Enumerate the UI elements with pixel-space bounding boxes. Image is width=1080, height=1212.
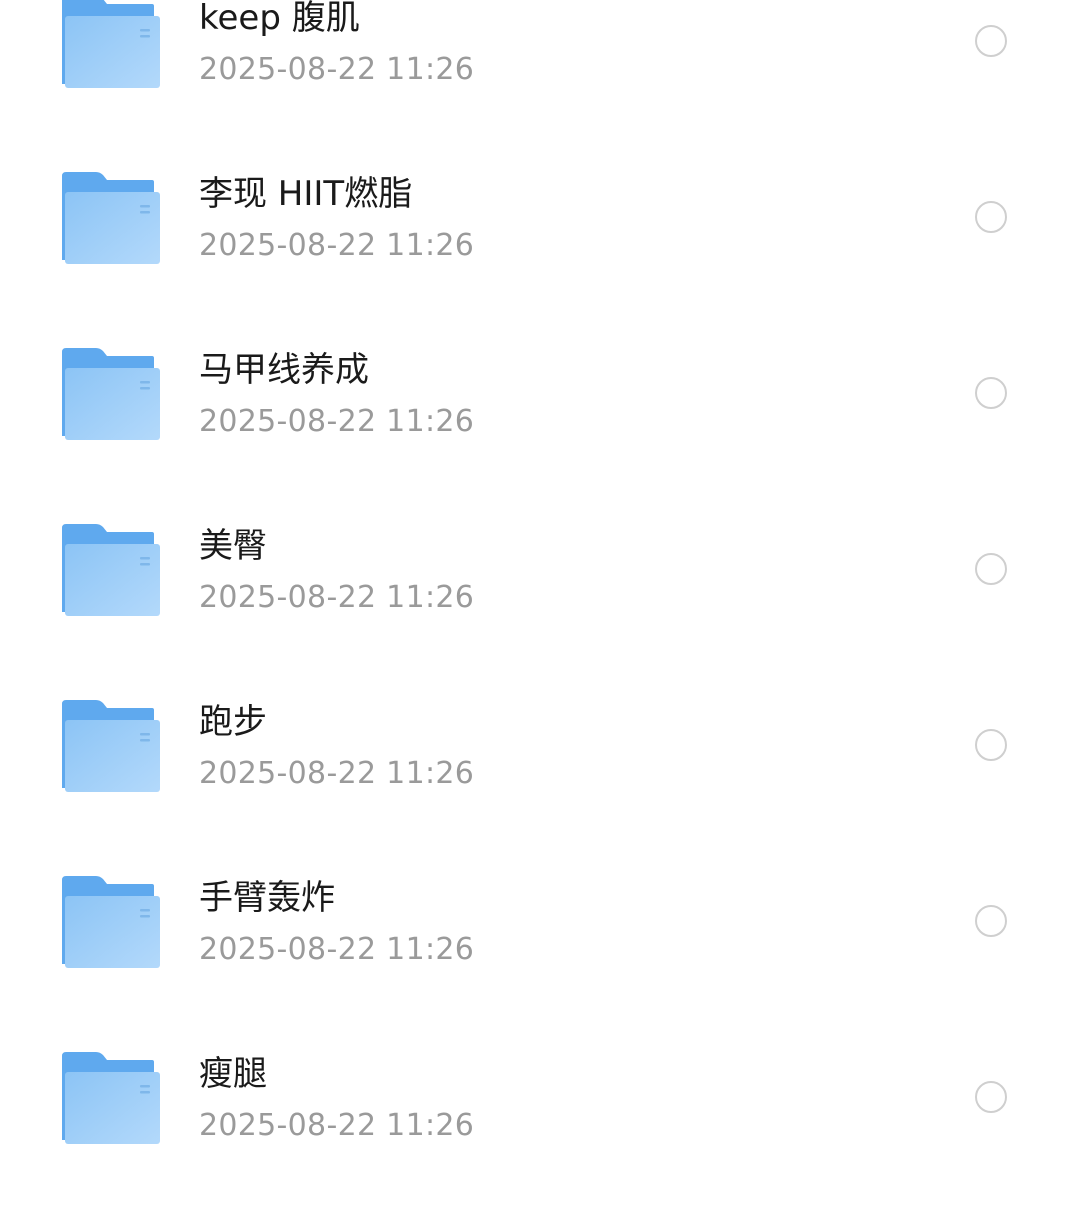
file-name: keep 腹肌 [199,0,360,38]
file-row[interactable]: 瘦腿 2025-08-22 11:26 [0,1036,1080,1212]
file-row[interactable]: 美臀 2025-08-22 11:26 [0,508,1080,684]
select-radio[interactable] [975,1081,1007,1113]
folder-icon [60,876,160,968]
file-name: 瘦腿 [199,1054,267,1094]
select-radio[interactable] [975,25,1007,57]
file-name: 跑步 [199,702,267,742]
select-radio[interactable] [975,553,1007,585]
file-date: 2025-08-22 11:26 [199,52,475,87]
file-date: 2025-08-22 11:26 [199,1108,475,1143]
file-name: 手臂轰炸 [199,878,335,918]
folder-icon [60,172,160,264]
file-list: keep 腹肌 2025-08-22 11:26 李现 HIIT燃脂 2025-… [0,0,1080,1180]
select-radio[interactable] [975,729,1007,761]
folder-icon [60,348,160,440]
file-date: 2025-08-22 11:26 [199,404,475,439]
folder-icon [60,1052,160,1144]
folder-icon [60,524,160,616]
select-radio[interactable] [975,905,1007,937]
file-row[interactable]: 跑步 2025-08-22 11:26 [0,684,1080,860]
file-row[interactable]: 李现 HIIT燃脂 2025-08-22 11:26 [0,156,1080,332]
folder-icon [60,0,160,88]
file-row[interactable]: 马甲线养成 2025-08-22 11:26 [0,332,1080,508]
file-row[interactable]: 手臂轰炸 2025-08-22 11:26 [0,860,1080,1036]
select-radio[interactable] [975,201,1007,233]
folder-icon [60,700,160,792]
file-date: 2025-08-22 11:26 [199,228,475,263]
file-date: 2025-08-22 11:26 [199,756,475,791]
file-row[interactable]: keep 腹肌 2025-08-22 11:26 [0,0,1080,156]
file-date: 2025-08-22 11:26 [199,932,475,967]
select-radio[interactable] [975,377,1007,409]
file-date: 2025-08-22 11:26 [199,580,475,615]
file-name: 马甲线养成 [199,350,369,390]
file-name: 美臀 [199,526,267,566]
file-name: 李现 HIIT燃脂 [199,174,413,214]
